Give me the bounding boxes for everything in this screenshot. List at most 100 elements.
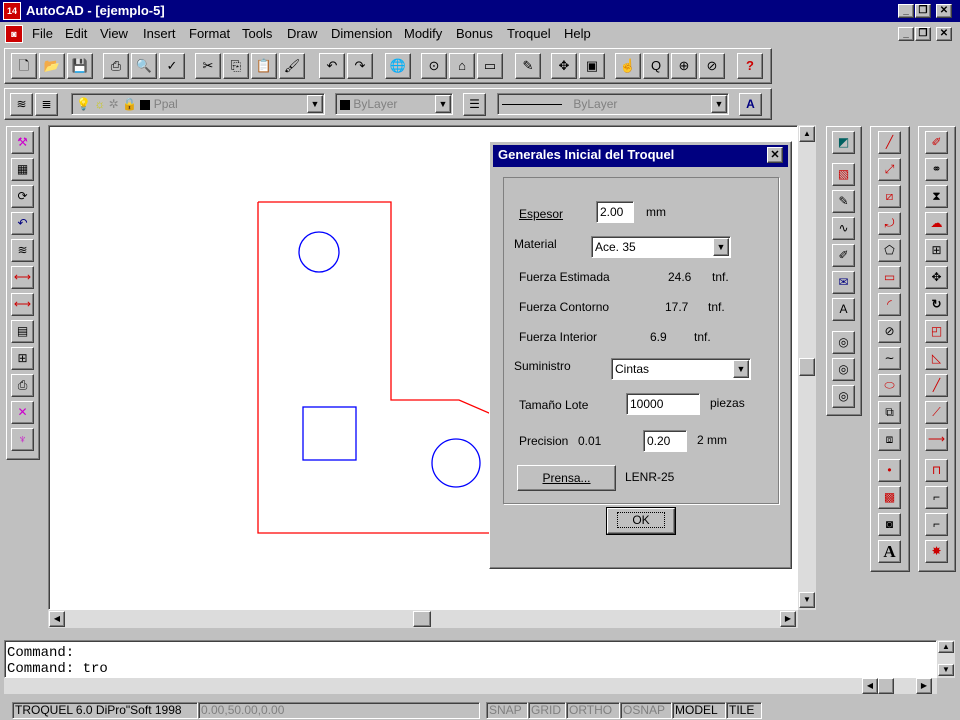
ellipse-icon[interactable]: ⬭ xyxy=(878,374,901,397)
erase-icon[interactable]: ✐ xyxy=(925,131,948,154)
redraw-icon[interactable]: ✎ xyxy=(515,53,541,79)
scroll-up-icon[interactable]: ▲ xyxy=(938,641,954,653)
menu-format[interactable]: Format xyxy=(189,26,230,41)
material-select[interactable]: Ace. 35 ▼ xyxy=(591,236,731,258)
chevron-down-icon[interactable]: ▼ xyxy=(435,95,451,113)
edit-hatch-icon[interactable]: ▧ xyxy=(832,163,855,186)
command-hscrollbar[interactable]: ◀ ▶ xyxy=(4,678,937,694)
save-icon[interactable]: 💾 xyxy=(67,53,93,79)
stamp-tool-icon[interactable]: ♆ xyxy=(11,428,34,451)
paste-icon[interactable]: 📋 xyxy=(251,53,277,79)
menu-troquel[interactable]: Troquel xyxy=(507,26,551,41)
vertical-scrollbar[interactable]: ▲ ▼ xyxy=(798,125,816,610)
chevron-down-icon[interactable]: ▼ xyxy=(713,238,729,256)
menu-insert[interactable]: Insert xyxy=(143,26,176,41)
scroll-right-icon[interactable]: ▶ xyxy=(780,611,796,627)
doc-minimize-icon[interactable]: _ xyxy=(898,27,914,41)
offset-icon[interactable]: ☁ xyxy=(925,212,948,235)
copy-object-icon[interactable]: ⚭ xyxy=(925,158,948,181)
suministro-select[interactable]: Cintas ▼ xyxy=(611,358,751,380)
menu-edit[interactable]: Edit xyxy=(65,26,87,41)
multiline-icon[interactable]: ⧄ xyxy=(878,185,901,208)
insert-block-icon[interactable]: ⧉ xyxy=(878,401,901,424)
menu-file[interactable]: File xyxy=(32,26,53,41)
stretch-icon[interactable]: ◺ xyxy=(925,347,948,370)
print-tool-icon[interactable]: ⎙ xyxy=(11,374,34,397)
print-preview-icon[interactable]: 🔍 xyxy=(131,53,157,79)
distance-icon[interactable]: ▭ xyxy=(477,53,503,79)
arc-icon[interactable]: ◜ xyxy=(878,293,901,316)
minimize-icon[interactable]: _ xyxy=(898,4,914,18)
print-icon[interactable]: ⎙ xyxy=(103,53,129,79)
scroll-thumb[interactable] xyxy=(413,611,431,627)
line-icon[interactable]: ╱ xyxy=(878,131,901,154)
copy-icon[interactable]: ⎘ xyxy=(223,53,249,79)
region-draw-icon[interactable]: ◙ xyxy=(878,513,901,536)
aerial-view-icon[interactable]: ▣ xyxy=(579,53,605,79)
snap-toggle[interactable]: SNAP xyxy=(486,702,528,719)
chevron-down-icon[interactable]: ▼ xyxy=(733,360,749,378)
ff-tool-icon[interactable]: ⟷ xyxy=(11,266,34,289)
menu-draw[interactable]: Draw xyxy=(287,26,317,41)
edit-attribute-icon[interactable]: ✉ xyxy=(832,271,855,294)
osnap-toggle[interactable]: OSNAP xyxy=(620,702,672,719)
scroll-right-icon[interactable]: ▶ xyxy=(916,678,932,694)
grid-tool-icon[interactable]: ▦ xyxy=(11,158,34,181)
intersect-icon[interactable]: ◎ xyxy=(832,385,855,408)
chevron-down-icon[interactable]: ▼ xyxy=(711,95,727,113)
scroll-down-icon[interactable]: ▼ xyxy=(938,664,954,676)
cross-tool-icon[interactable]: ✕ xyxy=(11,401,34,424)
extend-icon[interactable]: ⟶ xyxy=(925,428,948,451)
layers-icon[interactable]: ≋ xyxy=(10,93,33,116)
grid-toggle[interactable]: GRID xyxy=(528,702,566,719)
pan-icon[interactable]: ✥ xyxy=(551,53,577,79)
help-icon[interactable]: ? xyxy=(737,53,763,79)
polyline-icon[interactable]: ⤾ xyxy=(878,212,901,235)
point-icon[interactable]: • xyxy=(878,459,901,482)
scroll-down-icon[interactable]: ▼ xyxy=(799,592,815,608)
construction-line-icon[interactable]: ⤢ xyxy=(878,158,901,181)
spelling-icon[interactable]: ✓ xyxy=(159,53,185,79)
scroll-thumb[interactable] xyxy=(878,678,894,694)
ok-button[interactable]: OK xyxy=(606,507,676,535)
ucs-icon[interactable]: ⌂ xyxy=(449,53,475,79)
rotate-tool-icon[interactable]: ⟳ xyxy=(11,185,34,208)
document-tool-icon[interactable]: ▤ xyxy=(11,320,34,343)
document-icon[interactable]: ◙ xyxy=(5,25,23,43)
autocad-app-icon[interactable]: 14 xyxy=(3,2,21,20)
quad-tool-icon[interactable]: ⊞ xyxy=(11,347,34,370)
text-style-icon[interactable]: A xyxy=(739,93,762,116)
horizontal-scrollbar[interactable]: ◀ ▶ xyxy=(48,610,798,628)
region-icon[interactable]: ◎ xyxy=(832,331,855,354)
make-block-icon[interactable]: ⧈ xyxy=(878,428,901,451)
scale-icon[interactable]: ◰ xyxy=(925,320,948,343)
fillet-icon[interactable]: ⌐ xyxy=(925,513,948,536)
web-icon[interactable]: 🌐 xyxy=(385,53,411,79)
edit-multiline-icon[interactable]: ✐ xyxy=(832,244,855,267)
zoom-window-icon[interactable]: ⊕ xyxy=(671,53,697,79)
multiline-text-icon[interactable]: A xyxy=(878,540,901,563)
pan-realtime-icon[interactable]: ☝ xyxy=(615,53,641,79)
draw-order-icon[interactable]: ◩ xyxy=(832,131,855,154)
undo-icon[interactable]: ↶ xyxy=(319,53,345,79)
tt-tool-icon[interactable]: ⟷ xyxy=(11,293,34,316)
espesor-input[interactable]: 2.00 xyxy=(596,201,634,223)
move-icon[interactable]: ✥ xyxy=(925,266,948,289)
close-icon[interactable]: ✕ xyxy=(936,4,952,18)
doc-restore-icon[interactable]: ❐ xyxy=(915,27,931,41)
model-toggle[interactable]: MODEL xyxy=(672,702,726,719)
scroll-thumb[interactable] xyxy=(799,358,815,376)
redo-icon[interactable]: ↷ xyxy=(347,53,373,79)
edit-spline-icon[interactable]: ∿ xyxy=(832,217,855,240)
precision-input[interactable]: 0.20 xyxy=(643,430,687,452)
break-icon[interactable]: ⊓ xyxy=(925,459,948,482)
edit-text-icon[interactable]: A xyxy=(832,298,855,321)
open-icon[interactable]: 📂 xyxy=(39,53,65,79)
menu-tools[interactable]: Tools xyxy=(242,26,272,41)
zoom-previous-icon[interactable]: ⊘ xyxy=(699,53,725,79)
scroll-left-icon[interactable]: ◀ xyxy=(49,611,65,627)
menu-modify[interactable]: Modify xyxy=(404,26,442,41)
dialog-close-icon[interactable]: ✕ xyxy=(767,147,783,163)
menu-dimension[interactable]: Dimension xyxy=(331,26,392,41)
spline-icon[interactable]: ∼ xyxy=(878,347,901,370)
